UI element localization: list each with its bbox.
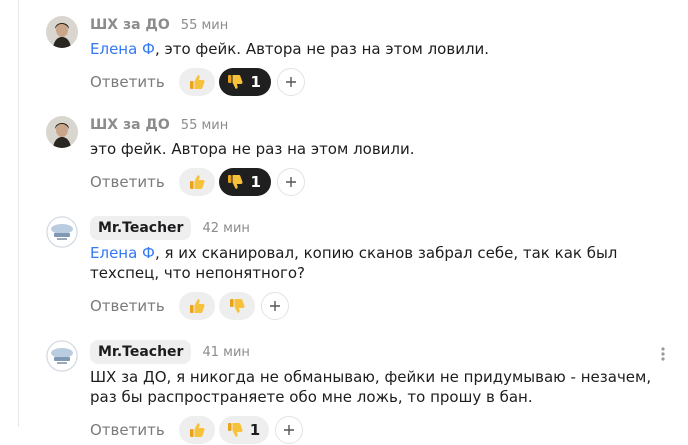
plus-icon (285, 177, 296, 187)
dislike-reaction-button[interactable] (218, 292, 255, 320)
add-reaction-button[interactable] (275, 416, 304, 444)
more-options-icon[interactable] (660, 346, 666, 362)
plus-icon (285, 77, 296, 87)
dislike-reaction-button[interactable]: 1 (218, 168, 271, 196)
thumbs-down-icon (228, 75, 244, 89)
thumbs-up-icon (189, 299, 205, 313)
dislike-reaction-button[interactable]: 1 (218, 68, 271, 96)
thumbs-down-icon (228, 175, 244, 189)
mention-link[interactable]: Елена Ф (90, 40, 155, 58)
timestamp: 41 мин (202, 344, 250, 360)
author-name[interactable]: ШХ за ДО (90, 17, 170, 33)
timestamp: 55 мин (180, 117, 229, 133)
author-name[interactable]: Mr.Teacher (90, 340, 192, 364)
dislike-count: 1 (250, 173, 261, 191)
timestamp: 55 мин (180, 17, 229, 33)
sherlock-avatar[interactable] (46, 116, 78, 148)
comment-text: Елена Ф, я их сканировал, копию сканов з… (90, 243, 670, 283)
thread-line (18, 0, 19, 427)
comment-body: , это фейк. Автора не раз на этом ловили… (154, 40, 490, 58)
comment-actions: Ответить 1 (90, 415, 304, 445)
comment-meta: ШХ за ДО 55 мин (90, 117, 228, 133)
like-reaction-button[interactable] (178, 68, 215, 96)
dislike-count: 1 (250, 73, 261, 91)
like-reaction-button[interactable] (178, 416, 215, 444)
like-reaction-button[interactable] (178, 292, 215, 320)
reply-button[interactable]: Ответить (90, 173, 165, 191)
add-reaction-button[interactable] (276, 68, 305, 96)
thumbs-down-icon (229, 299, 245, 313)
plus-icon (269, 301, 280, 311)
thumbs-up-icon (189, 423, 205, 437)
comment-meta: Mr.Teacher 41 мин (90, 340, 250, 364)
reply-button[interactable]: Ответить (90, 297, 165, 315)
comment-meta: ШХ за ДО 55 мин (90, 17, 228, 33)
teacher-avatar[interactable] (46, 216, 78, 248)
add-reaction-button[interactable] (260, 292, 289, 320)
comment-text: Елена Ф, это фейк. Автора не раз на этом… (90, 39, 670, 59)
thumbs-up-icon (189, 175, 205, 189)
mention-link[interactable]: Елена Ф (90, 244, 155, 262)
comment-actions: Ответить 1 (90, 167, 305, 197)
teacher-avatar[interactable] (46, 340, 78, 372)
add-reaction-button[interactable] (276, 168, 305, 196)
plus-icon (284, 425, 295, 435)
timestamp: 42 мин (202, 220, 250, 236)
thumbs-up-icon (189, 75, 205, 89)
dislike-count: 1 (249, 421, 261, 439)
comment-text: ШХ за ДО, я никогда не обманываю, фейки … (90, 368, 652, 406)
dislike-reaction-button[interactable]: 1 (218, 416, 270, 444)
comment-actions: Ответить 1 (90, 67, 305, 97)
comment-text: это фейк. Автора не раз на этом ловили. (90, 140, 415, 158)
author-name[interactable]: ШХ за ДО (90, 117, 170, 133)
comment-meta: Mr.Teacher 42 мин (90, 216, 250, 240)
comment-body: , я их сканировал, копию сканов забрал с… (90, 244, 618, 282)
like-reaction-button[interactable] (178, 168, 215, 196)
reply-button[interactable]: Ответить (90, 73, 165, 91)
reply-button[interactable]: Ответить (90, 421, 165, 439)
thumbs-down-icon (227, 423, 243, 437)
comment-actions: Ответить (90, 291, 289, 321)
sherlock-avatar[interactable] (46, 16, 78, 48)
author-name[interactable]: Mr.Teacher (90, 216, 192, 240)
